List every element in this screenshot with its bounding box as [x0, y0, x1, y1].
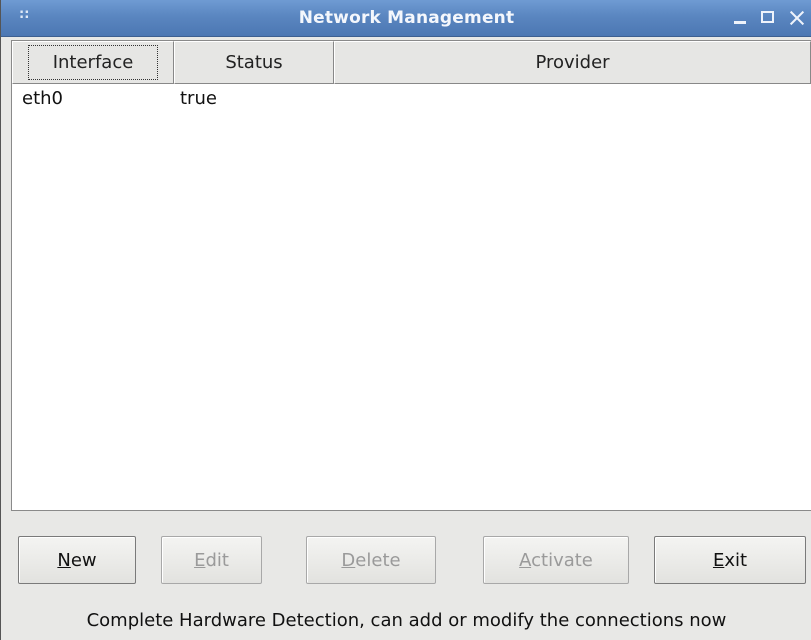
column-header-label: Status	[225, 52, 283, 73]
interface-table[interactable]: Interface Status Provider eth0 true	[11, 40, 811, 511]
button-bar: New Edit Delete Activate Exit	[1, 536, 811, 584]
delete-button[interactable]: Delete	[306, 536, 436, 584]
window-title: Network Management	[298, 8, 515, 28]
new-button[interactable]: New	[18, 536, 136, 584]
button-label: New	[57, 549, 97, 571]
window-controls	[730, 0, 808, 36]
activate-button[interactable]: Activate	[483, 536, 629, 584]
button-label: Exit	[712, 549, 748, 571]
column-header-label: Interface	[27, 45, 159, 80]
table-row[interactable]: eth0 true	[12, 86, 811, 112]
title-bar[interactable]: :: Network Management	[1, 0, 811, 37]
close-icon[interactable]	[786, 7, 808, 29]
button-label: Delete	[341, 549, 401, 571]
edit-button[interactable]: Edit	[161, 536, 262, 584]
column-header-status[interactable]: Status	[174, 41, 334, 84]
maximize-icon[interactable]	[758, 7, 780, 29]
exit-button[interactable]: Exit	[654, 536, 806, 584]
column-header-label: Provider	[535, 52, 610, 73]
network-management-window: :: Network Management Interface Status P…	[0, 0, 811, 640]
column-header-provider[interactable]: Provider	[334, 41, 811, 84]
table-header: Interface Status Provider	[12, 41, 811, 84]
button-label: Activate	[519, 549, 593, 571]
button-label: Edit	[194, 549, 229, 571]
cell-interface: eth0	[22, 88, 63, 109]
cell-status: true	[180, 88, 217, 109]
minimize-icon[interactable]	[730, 7, 752, 29]
status-message: Complete Hardware Detection, can add or …	[86, 610, 727, 631]
column-header-interface[interactable]: Interface	[12, 41, 174, 84]
